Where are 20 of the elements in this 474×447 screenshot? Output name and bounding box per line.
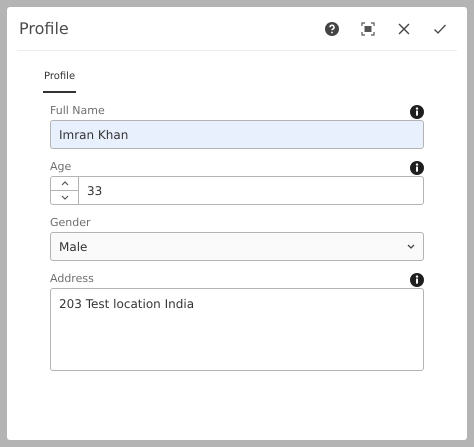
field-label: Full Name: [50, 102, 105, 118]
text-field[interactable]: Imran Khan: [50, 120, 424, 149]
chevron-down-icon: [407, 244, 415, 249]
help-icon[interactable]: [325, 22, 339, 36]
info-icon[interactable]: [410, 161, 424, 175]
stepper[interactable]: [50, 176, 79, 205]
field-label: Gender: [50, 214, 91, 230]
close-icon[interactable]: [397, 22, 411, 36]
fullscreen-icon[interactable]: [361, 22, 375, 36]
chevron-up-icon: [60, 181, 68, 186]
number-field[interactable]: 33: [79, 176, 424, 205]
field-label: Age: [50, 158, 72, 174]
info-icon[interactable]: [410, 105, 424, 119]
info-icon[interactable]: [410, 273, 424, 287]
chevron-down-icon: [60, 195, 68, 200]
dialog-title: Profile: [19, 18, 70, 40]
textarea-field[interactable]: 203 Test location India: [50, 288, 424, 371]
tab[interactable]: Profile: [43, 69, 76, 93]
dropdown-field[interactable]: Male: [50, 232, 424, 261]
field-label: Address: [50, 270, 94, 286]
